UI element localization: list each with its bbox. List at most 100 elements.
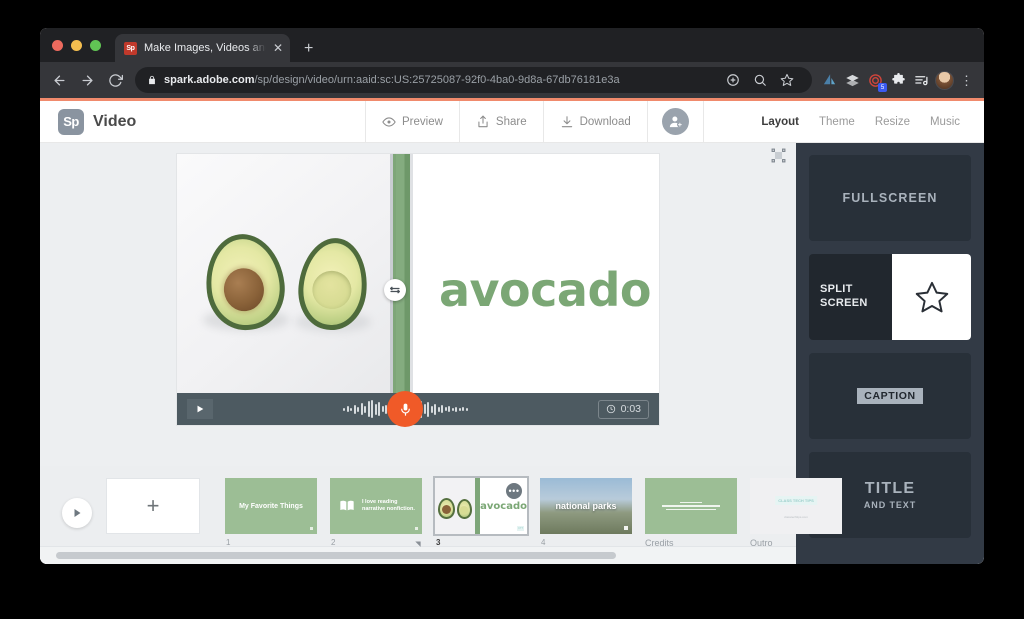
tab-resize[interactable]: Resize [875, 116, 910, 128]
add-slide-button[interactable]: + [106, 478, 200, 534]
play-icon [62, 498, 92, 528]
list-item[interactable]: I love reading narrative nonfiction. 2 [330, 478, 422, 548]
list-item[interactable]: avocado CTT ••• 3 [433, 476, 529, 548]
app-brand[interactable]: Sp Video [40, 101, 365, 142]
audio-waveform[interactable] [213, 391, 598, 427]
layout-option-caption[interactable]: CAPTION [809, 353, 971, 439]
canvas-text-pane[interactable]: avocado CLASS TECH TIPS [413, 154, 659, 425]
list-item[interactable]: national parks 4 [540, 478, 632, 548]
app-title: Video [93, 112, 137, 130]
layout-option-fullscreen[interactable]: FULLSCREEN [809, 155, 971, 241]
eye-icon [382, 116, 396, 127]
download-button[interactable]: Download [542, 101, 647, 142]
slide-thumbnail[interactable]: national parks [540, 478, 632, 534]
slide-thumb-subtext: classtechtips.com [784, 514, 808, 519]
share-label: Share [495, 115, 527, 128]
kebab-menu-icon[interactable]: ••• [506, 483, 522, 499]
layout-title-label-1: TITLE [864, 480, 916, 497]
resize-grip-icon[interactable]: ◥ [415, 540, 420, 548]
scrollbar-thumb[interactable] [56, 552, 616, 559]
mode-tabs: Layout Theme Resize Music [761, 101, 984, 142]
slide-thumb-image [435, 478, 476, 534]
slide-thumbnail[interactable]: CLASS TECH TIPS classtechtips.com [750, 478, 842, 534]
slide-thumb-watermark: CLASS TECH TIPS [775, 495, 817, 506]
tab-music[interactable]: Music [930, 116, 960, 128]
maximize-window-button[interactable] [90, 39, 101, 51]
search-icon[interactable] [747, 67, 773, 93]
extension-badge: 5 [878, 83, 887, 92]
preview-label: Preview [402, 115, 443, 128]
slide-thumb-title: national parks [555, 501, 617, 511]
spark-video-app: Sp Video Preview Share Download Layout T… [40, 98, 984, 564]
lock-icon [149, 75, 155, 85]
window-controls [50, 28, 107, 62]
crop-resize-icon[interactable] [770, 147, 787, 169]
address-bar[interactable]: spark.adobe.com/sp/design/video/urn:aaid… [135, 67, 812, 93]
layout-fullscreen-label: FULLSCREEN [842, 191, 938, 205]
list-item[interactable]: My Favorite Things 1 [225, 478, 317, 548]
add-person-icon [661, 108, 689, 135]
back-icon[interactable] [46, 67, 72, 93]
forward-icon[interactable] [74, 67, 100, 93]
tab-strip: Sp Make Images, Videos and Web ✕ + [40, 28, 984, 62]
play-icon[interactable] [187, 399, 213, 419]
list-item[interactable]: CLASS TECH TIPS classtechtips.com Outro [750, 478, 842, 548]
profile-avatar[interactable] [934, 70, 954, 90]
slide-headline[interactable]: avocado [439, 263, 651, 317]
zoom-in-icon[interactable] [720, 67, 746, 93]
url-path: /sp/design/video/urn:aaid:sc:US:25725087… [254, 74, 620, 86]
add-collaborator-button[interactable] [646, 101, 704, 142]
slide-thumb-title: avocado [480, 500, 527, 512]
slide-thumb-title: My Favorite Things [239, 502, 303, 510]
split-screen-text-side: SPLIT SCREEN [809, 254, 892, 340]
browser-window: Sp Make Images, Videos and Web ✕ + spark… [40, 28, 984, 564]
slide-timeline: + My Favorite Things 1 I love reading na… [40, 466, 842, 564]
tab-theme[interactable]: Theme [819, 116, 855, 128]
slide-thumbnail[interactable]: My Favorite Things [225, 478, 317, 534]
stage-column: avocado CLASS TECH TIPS [40, 143, 842, 564]
preview-button[interactable]: Preview [365, 101, 459, 142]
workspace: avocado CLASS TECH TIPS [40, 143, 984, 564]
close-window-button[interactable] [52, 39, 63, 51]
new-tab-button[interactable]: + [304, 41, 313, 57]
share-icon [478, 115, 488, 127]
tab-title: Make Images, Videos and Web [144, 42, 266, 54]
url-host: spark.adobe.com [164, 74, 255, 86]
layout-split-label-2: SCREEN [820, 297, 868, 309]
avocado-photo [177, 154, 390, 425]
slide-thumbnail[interactable]: avocado CTT ••• [433, 476, 529, 536]
browser-toolbar: spark.adobe.com/sp/design/video/urn:aaid… [40, 62, 984, 98]
puzzle-extension-icon[interactable] [888, 70, 908, 90]
download-icon [561, 115, 572, 127]
browser-tab[interactable]: Sp Make Images, Videos and Web ✕ [115, 34, 290, 62]
layout-option-split-screen[interactable]: SPLIT SCREEN [809, 254, 971, 340]
timeline-play-button[interactable] [62, 498, 92, 528]
slide-thumb-watermark: CTT [517, 526, 524, 531]
sail-extension-icon[interactable] [819, 70, 839, 90]
minimize-window-button[interactable] [71, 39, 82, 51]
timeline-scrollbar[interactable]: ◥ [40, 541, 796, 564]
slide-canvas[interactable]: avocado CLASS TECH TIPS [177, 154, 659, 427]
reload-icon[interactable] [102, 67, 128, 93]
download-label: Download [579, 115, 631, 128]
omnibox-actions [720, 67, 800, 93]
extension-toolbar: 5 ⋮ [819, 70, 976, 92]
book-icon [340, 500, 354, 511]
slide-thumbnail[interactable] [645, 478, 737, 534]
playlist-extension-icon[interactable] [911, 70, 931, 90]
bookmark-star-icon[interactable] [774, 67, 800, 93]
swap-arrows-icon[interactable] [384, 278, 406, 301]
share-button[interactable]: Share [458, 101, 543, 142]
layers-extension-icon[interactable] [842, 70, 862, 90]
tab-layout[interactable]: Layout [761, 116, 799, 128]
kebab-menu-icon[interactable]: ⋮ [957, 74, 976, 87]
list-item[interactable]: Credits [645, 478, 737, 548]
slide-duration[interactable]: 0:03 [597, 399, 649, 419]
close-icon[interactable]: ✕ [273, 42, 283, 54]
pocket-extension-icon[interactable]: 5 [865, 70, 887, 92]
slide-list: My Favorite Things 1 I love reading narr… [225, 476, 842, 548]
microphone-icon[interactable] [387, 391, 424, 427]
layout-split-label-1: SPLIT [820, 283, 853, 296]
canvas-image-pane[interactable] [177, 154, 390, 425]
slide-thumbnail[interactable]: I love reading narrative nonfiction. [330, 478, 422, 534]
